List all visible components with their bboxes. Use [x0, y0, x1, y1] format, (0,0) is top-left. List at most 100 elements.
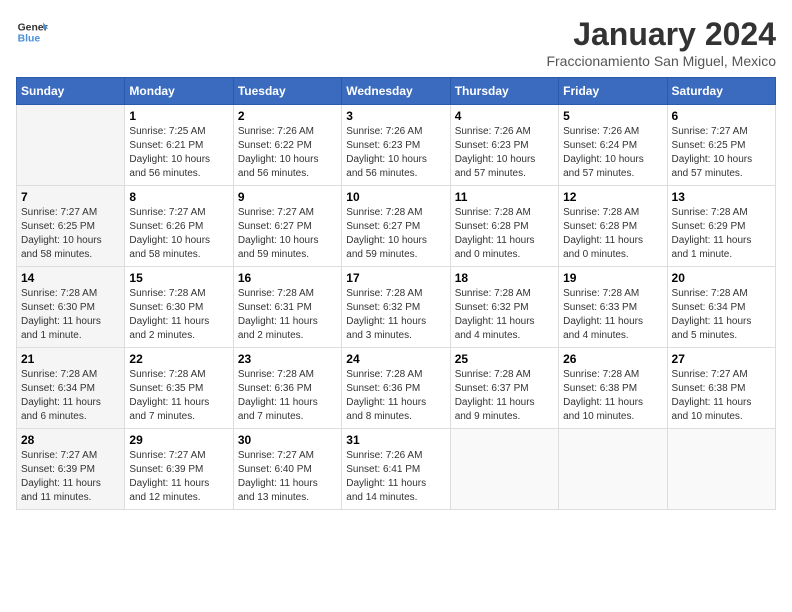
day-number: 25 — [455, 352, 554, 366]
day-detail: Sunrise: 7:26 AM Sunset: 6:23 PM Dayligh… — [455, 125, 554, 181]
day-detail: Sunrise: 7:26 AM Sunset: 6:24 PM Dayligh… — [563, 125, 662, 181]
header: General Blue January 2024 Fraccionamient… — [16, 16, 776, 69]
day-number: 14 — [21, 271, 120, 285]
day-number: 21 — [21, 352, 120, 366]
calendar-cell: 27 Sunrise: 7:27 AM Sunset: 6:38 PM Dayli… — [667, 348, 775, 429]
calendar-cell — [559, 429, 667, 510]
day-number: 30 — [238, 433, 337, 447]
calendar-week-row: 21 Sunrise: 7:28 AM Sunset: 6:34 PM Dayli… — [17, 348, 776, 429]
calendar-cell: 8Sunrise: 7:27 AM Sunset: 6:26 PM Daylig… — [125, 186, 233, 267]
day-detail: Sunrise: 7:26 AM Sunset: 6:22 PM Dayligh… — [238, 125, 337, 181]
calendar-cell — [667, 429, 775, 510]
calendar-cell: 20 Sunrise: 7:28 AM Sunset: 6:34 PM Dayli… — [667, 267, 775, 348]
calendar-cell: 21 Sunrise: 7:28 AM Sunset: 6:34 PM Dayli… — [17, 348, 125, 429]
calendar-cell: 22Sunrise: 7:28 AM Sunset: 6:35 PM Dayli… — [125, 348, 233, 429]
calendar-cell: 2 Sunrise: 7:26 AM Sunset: 6:22 PM Daylig… — [233, 105, 341, 186]
day-number: 4 — [455, 109, 554, 123]
days-of-week-row: SundayMondayTuesdayWednesdayThursdayFrid… — [17, 78, 776, 105]
page-title: January 2024 — [546, 16, 776, 53]
svg-text:Blue: Blue — [18, 34, 41, 45]
calendar-cell — [450, 429, 558, 510]
calendar-cell — [17, 105, 125, 186]
day-detail: Sunrise: 7:28 AM Sunset: 6:30 PM Dayligh… — [21, 287, 120, 343]
day-detail: Sunrise: 7:28 AM Sunset: 6:35 PM Dayligh… — [129, 368, 228, 424]
calendar-cell: 23Sunrise: 7:28 AM Sunset: 6:36 PM Dayli… — [233, 348, 341, 429]
day-detail: Sunrise: 7:28 AM Sunset: 6:27 PM Dayligh… — [346, 206, 445, 262]
day-detail: Sunrise: 7:28 AM Sunset: 6:28 PM Dayligh… — [455, 206, 554, 262]
day-number: 27 — [672, 352, 771, 366]
calendar-cell: 30 Sunrise: 7:27 AM Sunset: 6:40 PM Dayli… — [233, 429, 341, 510]
day-detail: Sunrise: 7:27 AM Sunset: 6:38 PM Dayligh… — [672, 368, 771, 424]
calendar-week-row: 28 Sunrise: 7:27 AM Sunset: 6:39 PM Dayli… — [17, 429, 776, 510]
day-number: 1 — [129, 109, 228, 123]
day-number: 18 — [455, 271, 554, 285]
day-detail: Sunrise: 7:28 AM Sunset: 6:34 PM Dayligh… — [672, 287, 771, 343]
day-detail: Sunrise: 7:27 AM Sunset: 6:39 PM Dayligh… — [21, 449, 120, 505]
calendar-cell: 9Sunrise: 7:27 AM Sunset: 6:27 PM Daylig… — [233, 186, 341, 267]
calendar-cell: 31 Sunrise: 7:26 AM Sunset: 6:41 PM Dayli… — [342, 429, 450, 510]
calendar-cell: 6 Sunrise: 7:27 AM Sunset: 6:25 PM Daylig… — [667, 105, 775, 186]
calendar-cell: 11 Sunrise: 7:28 AM Sunset: 6:28 PM Dayli… — [450, 186, 558, 267]
day-number: 5 — [563, 109, 662, 123]
calendar-week-row: 1 Sunrise: 7:25 AM Sunset: 6:21 PM Daylig… — [17, 105, 776, 186]
calendar-week-row: 7 Sunrise: 7:27 AM Sunset: 6:25 PM Daylig… — [17, 186, 776, 267]
day-number: 13 — [672, 190, 771, 204]
day-number: 16 — [238, 271, 337, 285]
day-number: 15 — [129, 271, 228, 285]
day-number: 19 — [563, 271, 662, 285]
calendar-cell: 12Sunrise: 7:28 AM Sunset: 6:28 PM Dayli… — [559, 186, 667, 267]
day-detail: Sunrise: 7:28 AM Sunset: 6:30 PM Dayligh… — [129, 287, 228, 343]
col-header-saturday: Saturday — [667, 78, 775, 105]
day-number: 11 — [455, 190, 554, 204]
day-number: 17 — [346, 271, 445, 285]
calendar-header: SundayMondayTuesdayWednesdayThursdayFrid… — [17, 78, 776, 105]
calendar-cell: 5 Sunrise: 7:26 AM Sunset: 6:24 PM Daylig… — [559, 105, 667, 186]
day-detail: Sunrise: 7:28 AM Sunset: 6:37 PM Dayligh… — [455, 368, 554, 424]
calendar-cell: 24Sunrise: 7:28 AM Sunset: 6:36 PM Dayli… — [342, 348, 450, 429]
calendar-cell: 17 Sunrise: 7:28 AM Sunset: 6:32 PM Dayli… — [342, 267, 450, 348]
day-number: 2 — [238, 109, 337, 123]
day-detail: Sunrise: 7:27 AM Sunset: 6:26 PM Dayligh… — [129, 206, 228, 262]
calendar-cell: 26Sunrise: 7:28 AM Sunset: 6:38 PM Dayli… — [559, 348, 667, 429]
day-number: 31 — [346, 433, 445, 447]
day-detail: Sunrise: 7:27 AM Sunset: 6:25 PM Dayligh… — [672, 125, 771, 181]
day-number: 23 — [238, 352, 337, 366]
col-header-monday: Monday — [125, 78, 233, 105]
day-detail: Sunrise: 7:27 AM Sunset: 6:40 PM Dayligh… — [238, 449, 337, 505]
col-header-wednesday: Wednesday — [342, 78, 450, 105]
day-number: 6 — [672, 109, 771, 123]
calendar-cell: 25 Sunrise: 7:28 AM Sunset: 6:37 PM Dayli… — [450, 348, 558, 429]
day-detail: Sunrise: 7:28 AM Sunset: 6:32 PM Dayligh… — [455, 287, 554, 343]
calendar-cell: 10 Sunrise: 7:28 AM Sunset: 6:27 PM Dayli… — [342, 186, 450, 267]
day-detail: Sunrise: 7:28 AM Sunset: 6:32 PM Dayligh… — [346, 287, 445, 343]
day-number: 10 — [346, 190, 445, 204]
day-detail: Sunrise: 7:27 AM Sunset: 6:27 PM Dayligh… — [238, 206, 337, 262]
day-detail: Sunrise: 7:26 AM Sunset: 6:23 PM Dayligh… — [346, 125, 445, 181]
day-number: 3 — [346, 109, 445, 123]
day-detail: Sunrise: 7:27 AM Sunset: 6:25 PM Dayligh… — [21, 206, 120, 262]
calendar-cell: 15 Sunrise: 7:28 AM Sunset: 6:30 PM Dayli… — [125, 267, 233, 348]
day-number: 28 — [21, 433, 120, 447]
day-detail: Sunrise: 7:28 AM Sunset: 6:34 PM Dayligh… — [21, 368, 120, 424]
calendar-cell: 18 Sunrise: 7:28 AM Sunset: 6:32 PM Dayli… — [450, 267, 558, 348]
title-area: January 2024 Fraccionamiento San Miguel,… — [546, 16, 776, 69]
day-detail: Sunrise: 7:26 AM Sunset: 6:41 PM Dayligh… — [346, 449, 445, 505]
calendar-cell: 14 Sunrise: 7:28 AM Sunset: 6:30 PM Dayli… — [17, 267, 125, 348]
col-header-friday: Friday — [559, 78, 667, 105]
day-detail: Sunrise: 7:28 AM Sunset: 6:28 PM Dayligh… — [563, 206, 662, 262]
calendar-cell: 19Sunrise: 7:28 AM Sunset: 6:33 PM Dayli… — [559, 267, 667, 348]
day-number: 7 — [21, 190, 120, 204]
calendar-cell: 13Sunrise: 7:28 AM Sunset: 6:29 PM Dayli… — [667, 186, 775, 267]
day-detail: Sunrise: 7:25 AM Sunset: 6:21 PM Dayligh… — [129, 125, 228, 181]
col-header-sunday: Sunday — [17, 78, 125, 105]
calendar-cell: 7 Sunrise: 7:27 AM Sunset: 6:25 PM Daylig… — [17, 186, 125, 267]
day-number: 29 — [129, 433, 228, 447]
day-detail: Sunrise: 7:28 AM Sunset: 6:36 PM Dayligh… — [346, 368, 445, 424]
col-header-thursday: Thursday — [450, 78, 558, 105]
logo: General Blue — [16, 16, 48, 48]
page-subtitle: Fraccionamiento San Miguel, Mexico — [546, 53, 776, 69]
calendar-week-row: 14 Sunrise: 7:28 AM Sunset: 6:30 PM Dayli… — [17, 267, 776, 348]
day-detail: Sunrise: 7:28 AM Sunset: 6:31 PM Dayligh… — [238, 287, 337, 343]
day-number: 20 — [672, 271, 771, 285]
day-number: 26 — [563, 352, 662, 366]
